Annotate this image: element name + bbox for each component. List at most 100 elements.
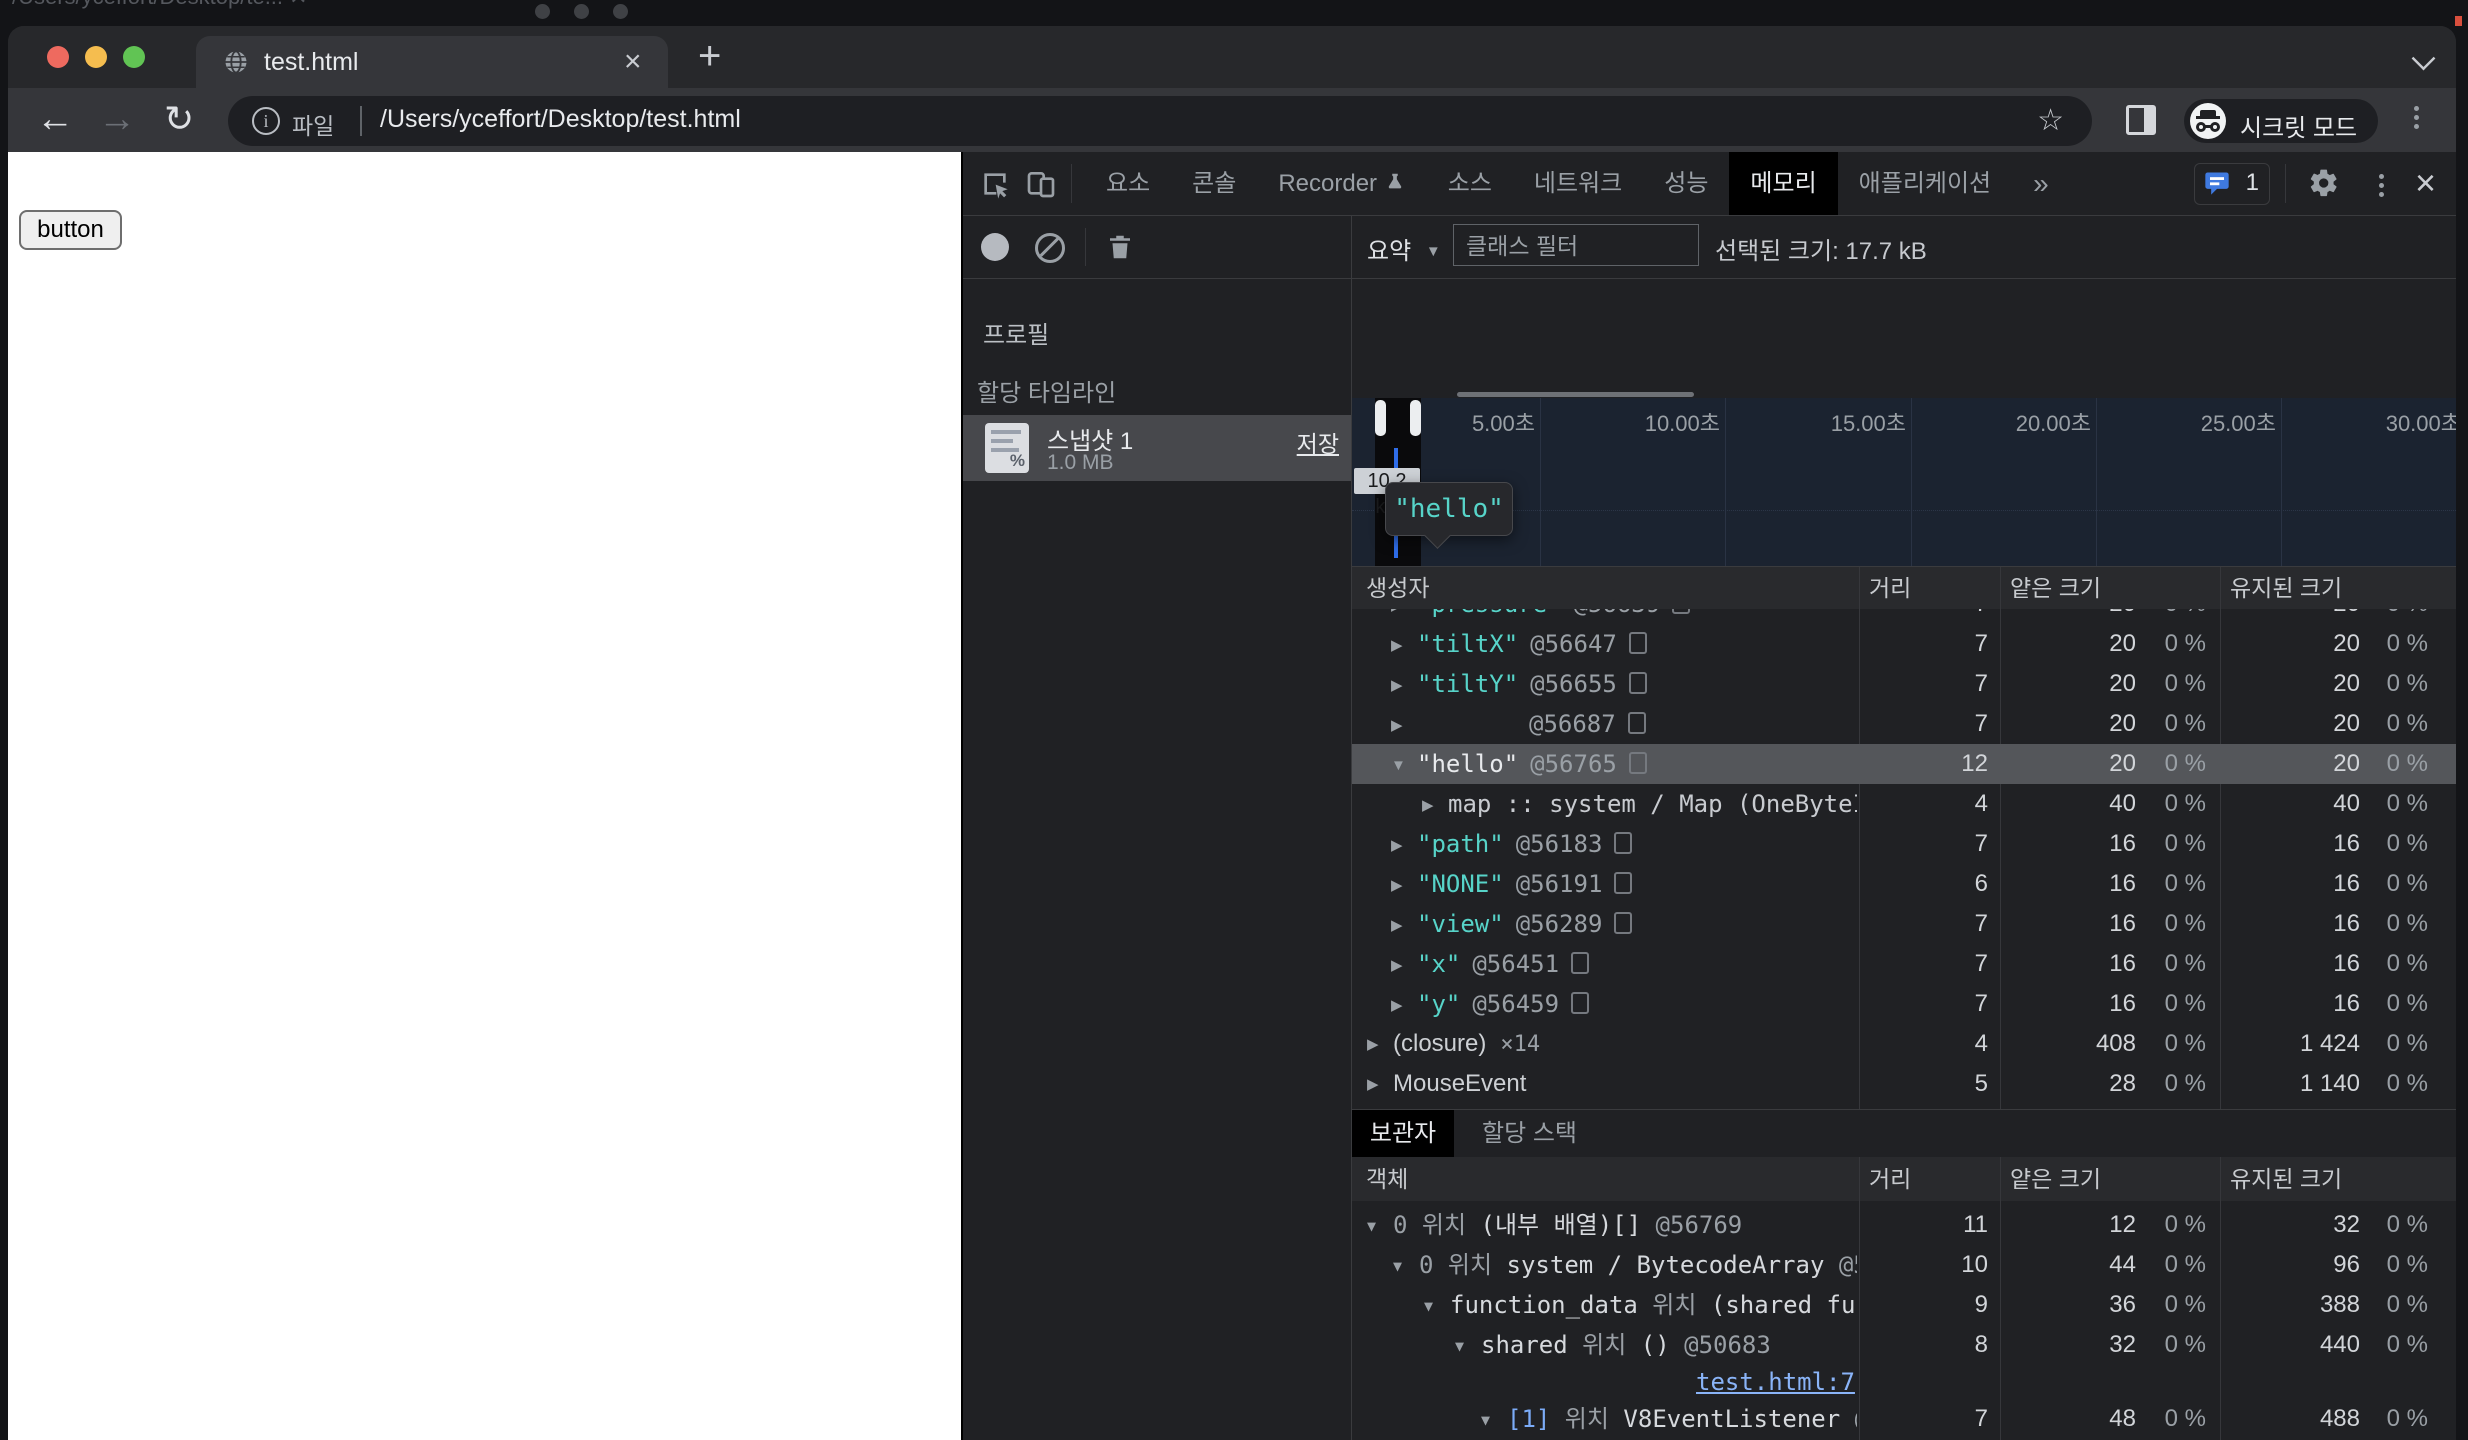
tab-application[interactable]: 애플리케이션 (1838, 152, 2012, 215)
snapshot-doc-icon: % (985, 423, 1029, 473)
bookmark-star-icon[interactable]: ☆ (2037, 103, 2064, 138)
retained-pct-cell: 0 % (2386, 1211, 2428, 1238)
timeline-tick-label: 30.00초 (2385, 411, 2456, 436)
retained-pct-cell: 0 % (2386, 870, 2428, 897)
forward-icon[interactable]: → (98, 98, 136, 141)
retained-pct-cell: 0 % (2386, 1251, 2428, 1278)
trash-icon[interactable] (1105, 231, 1135, 263)
tab-console[interactable]: 콘솔 (1171, 152, 1257, 215)
retainer-row[interactable]: ▼ 0 위치 (내부 배열)[] @56769 11 12 0 % 32 0 % (1352, 1205, 2456, 1245)
reload-icon[interactable]: ↻ (164, 98, 194, 140)
tab-allocation-stack[interactable]: 할당 스택 (1472, 1110, 1587, 1158)
zoom-window-button[interactable] (123, 46, 145, 68)
snapshot-save-link[interactable]: 저장 (1297, 425, 1339, 459)
toolbar-divider (2285, 164, 2286, 203)
timeline-scroll-thumb[interactable] (1457, 392, 1694, 397)
address-url[interactable]: /Users/yceffort/Desktop/test.html (380, 105, 741, 134)
timeline-handle-left[interactable] (1375, 400, 1386, 436)
constructor-row[interactable]: ▶ "view" @56289 7 16 0 % 16 0 % (1352, 904, 2456, 944)
constructor-row[interactable]: ▼ "hello" @56765 12 20 0 % 20 0 % (1352, 744, 2456, 784)
retainer-row[interactable]: ▼0 위치 system / BytecodeArray @5677110440… (1352, 1245, 2456, 1285)
selected-size-label: 선택된 크기: 17.7 kB (1715, 238, 1927, 265)
retained-pct-cell: 0 % (2386, 990, 2428, 1017)
back-icon[interactable]: ← (36, 98, 74, 141)
settings-gear-icon[interactable] (2308, 167, 2340, 199)
tab-retainers[interactable]: 보관자 (1352, 1110, 1454, 1158)
side-panel-icon[interactable] (2126, 105, 2156, 135)
col-shallow-size: 얕은 크기 (2010, 1166, 2102, 1192)
inspect-element-icon[interactable] (979, 168, 1011, 200)
value-tooltip: "hello" (1385, 482, 1513, 549)
constructor-row[interactable]: ▶ "x" @56451 7 16 0 % 16 0 % (1352, 944, 2456, 984)
tab-close-icon[interactable]: × (624, 45, 642, 79)
constructor-table-header[interactable]: 생성자 거리 얕은 크기 유지된 크기 (1352, 566, 2456, 610)
retainer-row[interactable]: ▼function_data 위치 (shared functio9360 %3… (1352, 1285, 2456, 1325)
retained-pct-cell: 0 % (2386, 1405, 2428, 1432)
issues-badge[interactable]: 1 (2194, 163, 2270, 205)
clear-icon[interactable] (1035, 233, 1065, 263)
page-button[interactable]: button (19, 210, 122, 250)
allocation-timeline[interactable]: 5.00초 10.00초 15.00초 20.00초 25.00초 30.00초 10.2 … (1352, 398, 2456, 566)
tab-title: test.html (264, 48, 359, 76)
constructor-row[interactable]: ▶ "tiltX" @56647 7 20 0 % 20 0 % (1352, 624, 2456, 664)
col-constructor: 생성자 (1366, 575, 1430, 601)
retainer-link-row[interactable]: test.html:7 (1352, 1365, 2456, 1399)
devtools-tabbar: 요소 콘솔 Recorder 소스 네트워크 성능 메모리 애플리케이션 » 1… (963, 152, 2456, 216)
background-red-mark (2455, 16, 2462, 26)
devtools-close-icon[interactable]: × (2415, 162, 2436, 204)
constructor-rows: ▶"pressure"@566397200 %200 %▶"tiltX"@566… (1352, 609, 2456, 1109)
class-filter-input[interactable]: 클래스 필터 (1453, 224, 1699, 266)
retained-pct-cell: 0 % (2386, 670, 2428, 697)
retained-pct-cell: 0 % (2386, 750, 2428, 777)
retained-pct-cell: 0 % (2386, 1331, 2428, 1358)
chevron-down-icon: ▼ (1425, 243, 1441, 260)
browser-menu-kebab-icon[interactable] (2414, 102, 2419, 133)
retained-pct-cell: 0 % (1352, 609, 2428, 624)
object-table-header[interactable]: 객체 거리 얕은 크기 유지된 크기 (1352, 1157, 2456, 1202)
scheme-label: 파일 (292, 113, 335, 139)
constructor-row[interactable]: ▶ "tiltY" @56655 7 20 0 % 20 0 % (1352, 664, 2456, 704)
tab-recorder[interactable]: Recorder (1257, 152, 1426, 215)
tab-network[interactable]: 네트워크 (1513, 152, 1643, 215)
snapshot-item[interactable]: % 스냅샷 1 1.0 MB 저장 (963, 415, 1351, 481)
issues-count: 1 (2245, 169, 2259, 196)
new-tab-button[interactable]: + (698, 34, 721, 79)
retainer-row[interactable]: ▼ shared 위치 () @50683 8 32 0 % 440 0 % (1352, 1325, 2456, 1365)
background-traffic-dot (535, 4, 550, 19)
constructor-row[interactable]: ▶ (closure) ×14 4 408 0 % 1 424 0 % (1352, 1024, 2456, 1064)
address-bar[interactable]: i 파일 /Users/yceffort/Desktop/test.html ☆ (228, 96, 2092, 146)
constructor-row[interactable]: ▶ @56687 7 20 0 % 20 0 % (1352, 704, 2456, 744)
profiles-title: 프로필 (983, 322, 1050, 349)
tab-memory[interactable]: 메모리 (1729, 152, 1838, 215)
devtools-menu-kebab-icon[interactable] (2379, 170, 2384, 201)
record-heap-button[interactable] (981, 233, 1009, 261)
timeline-tick-label: 15.00초 (1830, 411, 1906, 436)
retainer-row[interactable]: ▼[1] 위치 V8EventListener @6537480 %4880 % (1352, 1399, 2456, 1439)
info-icon[interactable]: i (252, 107, 280, 135)
background-window-strip: /Users/yceffort/Desktop/te... ✕ (0, 0, 2468, 26)
tab-performance[interactable]: 성능 (1643, 152, 1729, 215)
close-window-button[interactable] (47, 46, 69, 68)
constructor-row[interactable]: ▶ MouseEvent 5 28 0 % 1 140 0 % (1352, 1064, 2456, 1104)
constructor-row[interactable]: ▶ "y" @56459 7 16 0 % 16 0 % (1352, 984, 2456, 1024)
more-tabs-icon[interactable]: » (2012, 152, 2070, 215)
toolbar-divider (1071, 164, 1072, 203)
tab-sources[interactable]: 소스 (1427, 152, 1513, 215)
constructor-row[interactable]: ▶"pressure"@566397200 %200 % (1352, 609, 2456, 624)
constructor-row[interactable]: ▶ "NONE" @56191 6 16 0 % 16 0 % (1352, 864, 2456, 904)
tab-elements[interactable]: 요소 (1085, 152, 1171, 215)
background-traffic-dot (574, 4, 589, 19)
col-retained-size: 유지된 크기 (2230, 1166, 2343, 1192)
tab-search-chevron-icon[interactable] (2411, 46, 2436, 71)
timeline-handle-right[interactable] (1410, 400, 1421, 436)
minimize-window-button[interactable] (85, 46, 107, 68)
timeline-gridline (2096, 398, 2097, 566)
perspective-select[interactable]: 요약 ▼ (1367, 231, 1441, 266)
background-window-title: /Users/yceffort/Desktop/te... ✕ (12, 0, 308, 10)
constructor-row[interactable]: ▶map :: system / Map (OneByteInte4400 %4… (1352, 784, 2456, 824)
device-toolbar-icon[interactable] (1025, 168, 1057, 200)
col-shallow-size: 얕은 크기 (2010, 575, 2102, 601)
browser-tab[interactable]: test.html × (196, 36, 668, 88)
constructor-row[interactable]: ▶ "path" @56183 7 16 0 % 16 0 % (1352, 824, 2456, 864)
incognito-label: 시크릿 모드 (2240, 115, 2358, 142)
